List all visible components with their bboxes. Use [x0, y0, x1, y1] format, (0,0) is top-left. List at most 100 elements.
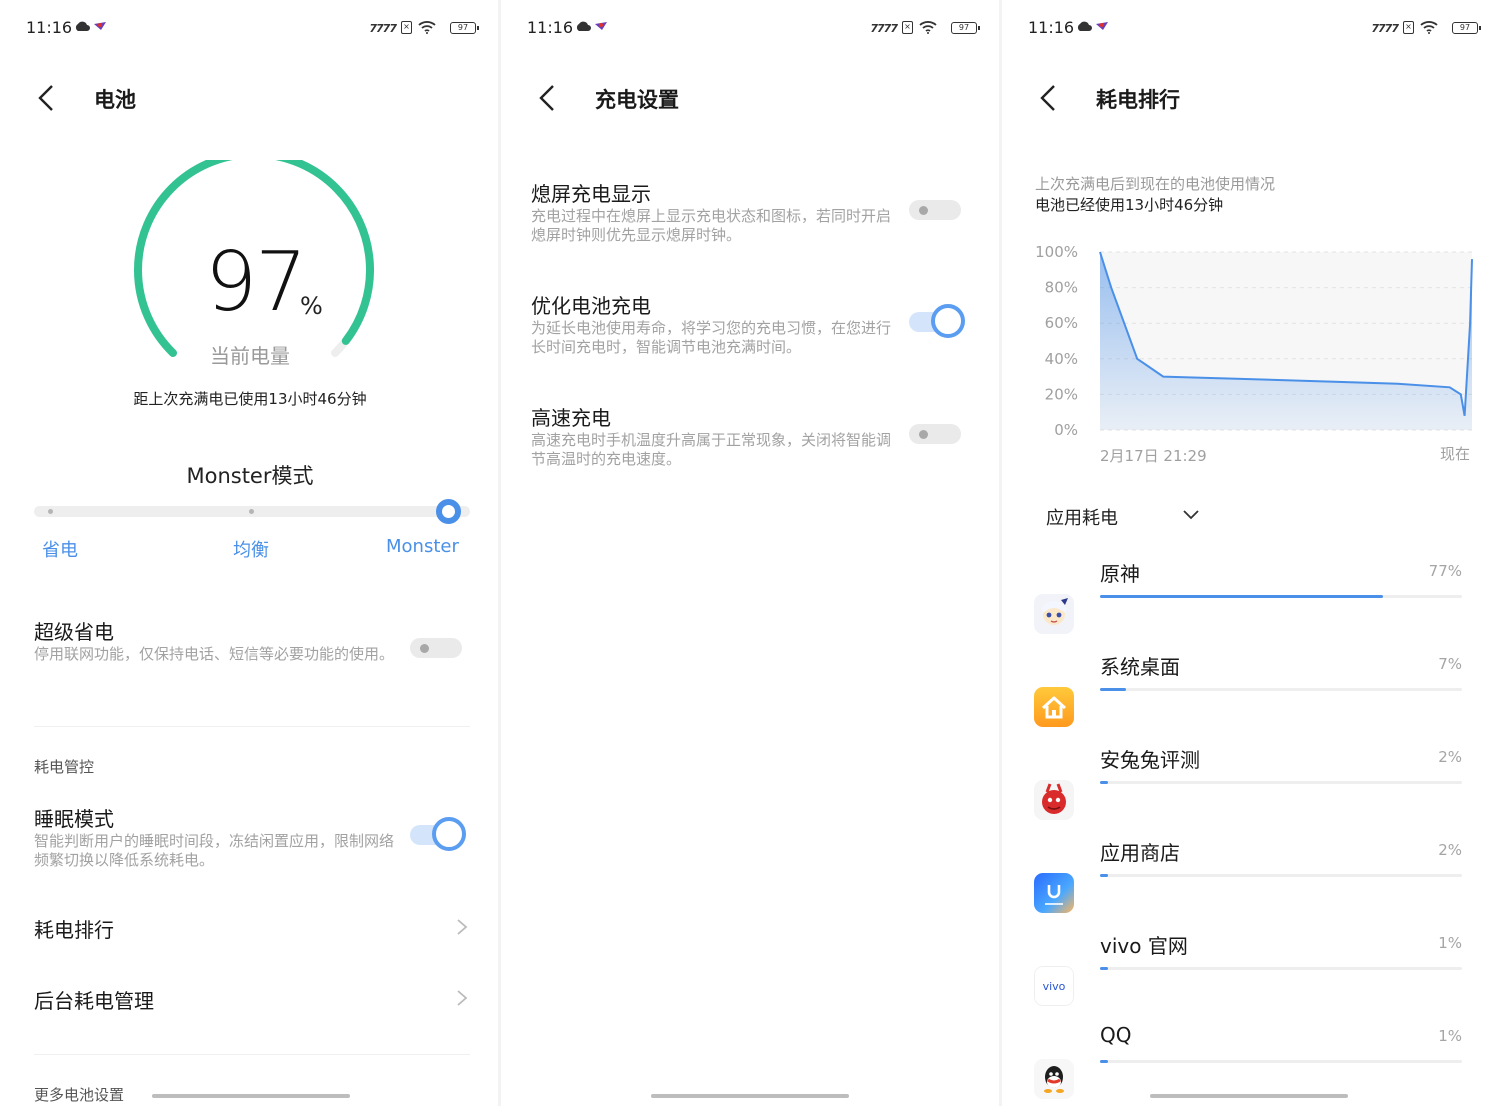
signal-icon: 7777	[369, 22, 397, 35]
home-indicator[interactable]	[152, 1094, 350, 1098]
mode-title: Monster模式	[186, 464, 314, 488]
section-label-control: 耗电管控	[34, 758, 95, 776]
y-tick-label: 20%	[1045, 385, 1078, 403]
ranking-link-label: 耗电排行	[34, 918, 114, 942]
battery-screen: 11:16 7777 × 97 电池 97 % 当前电量 距上次充满电已使用13…	[0, 0, 498, 1106]
battery-icon: 97	[450, 22, 479, 34]
notification-icon	[1096, 22, 1108, 30]
app-usage-bar	[1100, 595, 1462, 598]
y-tick-label: 40%	[1045, 350, 1078, 368]
slider-thumb[interactable]	[436, 499, 461, 524]
y-tick-label: 60%	[1045, 314, 1078, 332]
fast-charge-title: 高速充电	[531, 406, 611, 430]
app-usage-bar-fill	[1100, 781, 1108, 784]
wifi-icon	[919, 21, 937, 34]
aod-charge-toggle[interactable]	[909, 198, 963, 222]
mode-slider[interactable]	[34, 499, 470, 524]
status-bar: 11:16 7777 × 97	[1028, 16, 1481, 42]
super-save-toggle[interactable]	[410, 636, 464, 660]
sleep-mode-title: 睡眠模式	[34, 807, 114, 831]
status-time: 11:16	[527, 18, 574, 37]
background-usage-label: 后台耗电管理	[34, 989, 154, 1013]
page-title: 充电设置	[595, 88, 679, 112]
aod-charge-title: 熄屏充电显示	[531, 182, 651, 206]
x-label-end: 现在	[1440, 445, 1470, 463]
optimize-charge-title: 优化电池充电	[531, 294, 651, 318]
page-title: 电池	[94, 88, 136, 112]
mode-option-monster[interactable]: Monster	[386, 536, 459, 557]
status-bar: 11:16 7777 × 97	[26, 16, 479, 42]
chevron-down-icon[interactable]	[1182, 509, 1200, 521]
notification-icon	[595, 22, 607, 30]
back-arrow-icon[interactable]	[30, 82, 60, 114]
since-full-charge: 距上次充满电已使用13小时46分钟	[133, 390, 367, 408]
app-usage-bar-fill	[1100, 874, 1108, 877]
wifi-icon	[1420, 21, 1438, 34]
super-save-title: 超级省电	[34, 620, 114, 644]
battery-icon: 97	[1452, 22, 1481, 34]
divider	[34, 1054, 470, 1055]
aod-charge-desc: 充电过程中在熄屏上显示充电状态和图标，若同时开启熄屏时钟则优先显示熄屏时钟。	[531, 207, 892, 244]
app-usage-bar-fill	[1100, 595, 1383, 598]
chevron-right-icon	[457, 990, 468, 1006]
fast-charge-toggle[interactable]	[909, 422, 963, 446]
gauge-label: 当前电量	[210, 344, 290, 368]
vivo-icon: vivo	[1034, 966, 1074, 1006]
app-usage-percent: 2%	[1438, 748, 1462, 766]
cloud-icon	[1077, 21, 1092, 31]
sim-icon: ×	[902, 21, 913, 34]
slider-stop-balance	[249, 509, 254, 514]
app-usage-percent: 1%	[1438, 934, 1462, 952]
app-usage-row[interactable]: vivo vivo 官网 1%	[1002, 930, 1500, 1023]
app-usage-row[interactable]: 原神 77%	[1002, 558, 1500, 651]
status-bar: 11:16 7777 × 97	[527, 16, 980, 42]
app-usage-bar	[1100, 967, 1462, 970]
divider	[34, 726, 470, 727]
app-usage-row[interactable]: 系统桌面 7%	[1002, 651, 1500, 744]
battery-history-chart: 100% 80% 60% 40% 20% 0% 2月17日 21:29 现在	[1035, 243, 1473, 465]
mode-option-balance[interactable]: 均衡	[233, 536, 269, 562]
sleep-mode-toggle[interactable]	[410, 817, 466, 851]
charge-settings-screen: 11:16 7777 × 97 充电设置 熄屏充电显示 充电过程中在熄屏上显示充…	[501, 0, 999, 1106]
usage-duration: 电池已经使用13小时46分钟	[1035, 196, 1224, 214]
home-indicator[interactable]	[1150, 1094, 1348, 1098]
status-time: 11:16	[1028, 18, 1075, 37]
background-usage-link[interactable]: 后台耗电管理	[0, 975, 498, 1021]
back-arrow-icon[interactable]	[1032, 82, 1062, 114]
app-usage-selector[interactable]: 应用耗电	[1046, 504, 1118, 530]
battery-percent-sign: %	[300, 292, 323, 320]
app-usage-bar-fill	[1100, 967, 1108, 970]
app-usage-row[interactable]: 应用商店 2%	[1002, 837, 1500, 930]
chevron-right-icon	[457, 919, 468, 935]
home-launcher-icon	[1034, 687, 1074, 727]
app-usage-bar-fill	[1100, 688, 1126, 691]
signal-icon: 7777	[870, 22, 898, 35]
cloud-icon	[576, 21, 591, 31]
section-label-more: 更多电池设置	[34, 1086, 125, 1104]
app-usage-bar	[1100, 1060, 1462, 1063]
home-indicator[interactable]	[651, 1094, 849, 1098]
wifi-icon	[418, 21, 436, 34]
y-tick-label: 0%	[1054, 421, 1078, 439]
app-usage-row[interactable]: 安兔兔评测 2%	[1002, 744, 1500, 837]
app-usage-bar	[1100, 688, 1462, 691]
super-save-desc: 停用联网功能，仅保持电话、短信等必要功能的使用。	[34, 645, 395, 663]
app-name: 应用商店	[1100, 841, 1180, 865]
app-usage-percent: 7%	[1438, 655, 1462, 673]
app-name: 系统桌面	[1100, 655, 1180, 679]
optimize-charge-toggle[interactable]	[909, 304, 965, 338]
app-usage-bar	[1100, 781, 1462, 784]
battery-level: 97	[205, 235, 307, 330]
notification-icon	[94, 22, 106, 30]
qq-icon	[1034, 1059, 1074, 1099]
app-usage-percent: 2%	[1438, 841, 1462, 859]
slider-stop-save	[48, 509, 53, 514]
app-usage-bar-fill	[1100, 1060, 1108, 1063]
y-tick-label: 100%	[1035, 243, 1078, 261]
page-title: 耗电排行	[1096, 88, 1180, 112]
back-arrow-icon[interactable]	[531, 82, 561, 114]
mode-option-save[interactable]: 省电	[42, 536, 78, 562]
cloud-icon	[75, 21, 90, 31]
x-label-start: 2月17日 21:29	[1100, 447, 1207, 465]
ranking-link[interactable]: 耗电排行	[0, 904, 498, 950]
